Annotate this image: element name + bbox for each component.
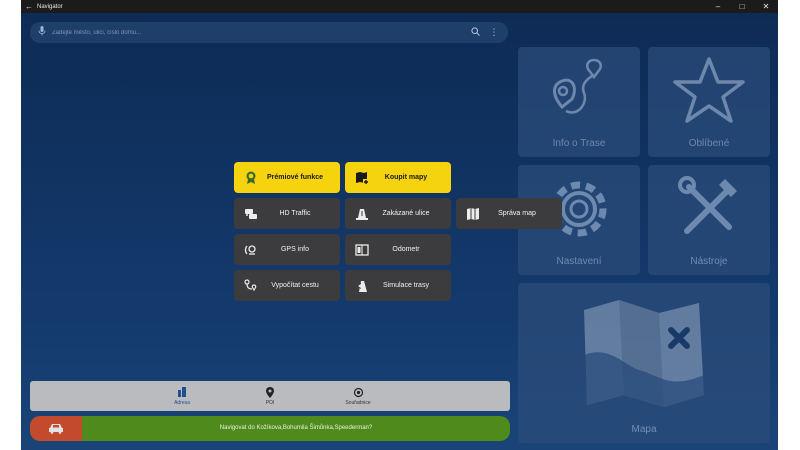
nav-item-label: Souřadnice (345, 400, 371, 406)
forbidden-streets-button[interactable]: Zakázané ulice (345, 198, 451, 229)
nav-item-address[interactable]: Adresa (138, 381, 226, 411)
maximize-button[interactable]: □ (730, 0, 754, 13)
app-content: ⋮ Info o Trase Oblíbené Nastav (21, 13, 778, 450)
route-icon (553, 58, 602, 114)
menu-label: Simulace trasy (383, 282, 429, 289)
menu-label: Vypočítat cestu (271, 282, 319, 289)
close-button[interactable]: ✕ (754, 0, 778, 13)
nav-item-poi[interactable]: POI (226, 381, 314, 411)
road-block-icon (353, 205, 371, 223)
menu-label: GPS info (280, 246, 309, 253)
tile-label: Nastavení (556, 256, 602, 267)
map-icon (584, 300, 704, 407)
tile-route-info[interactable]: Info o Trase (518, 47, 640, 157)
search-input[interactable] (52, 29, 468, 36)
bottom-navigation: Adresa POI Souřadnice (30, 381, 510, 411)
building-icon (177, 386, 187, 398)
search-icon[interactable] (468, 27, 482, 38)
map-management-button[interactable]: Správa map (456, 198, 562, 229)
odometer-button[interactable]: Odometr (345, 234, 451, 265)
menu-label: Zakázané ulice (382, 210, 430, 217)
nav-item-label: Adresa (174, 400, 190, 406)
tools-icon (678, 176, 737, 234)
hd-traffic-button[interactable]: HD Traffic (234, 198, 340, 229)
app-window: ← Navigator – □ ✕ ⋮ Info o Trase (21, 0, 778, 450)
tile-label: Mapa (631, 424, 657, 435)
tile-favorites[interactable]: Oblíbené (648, 47, 770, 157)
satellite-icon (242, 241, 260, 259)
simulate-route-icon (353, 277, 371, 295)
crosshair-icon (353, 386, 364, 398)
compute-route-button[interactable]: Vypočítat cestu (234, 270, 340, 301)
search-bar[interactable]: ⋮ (30, 22, 508, 43)
navigate-destination-text: Navigovat do Kožíkova,Bohumila Šimůnka,S… (219, 425, 373, 431)
gps-info-button[interactable]: GPS info (234, 234, 340, 265)
premium-features-button[interactable]: Prémiové funkce (234, 162, 340, 193)
traffic-icon (242, 205, 260, 223)
more-options-icon[interactable]: ⋮ (488, 27, 500, 38)
tile-label: Info o Trase (552, 138, 606, 149)
menu-label: Koupit mapy (384, 174, 428, 181)
buy-map-icon (353, 169, 371, 187)
tile-tools[interactable]: Nástroje (648, 165, 770, 275)
nav-item-coordinates[interactable]: Souřadnice (314, 381, 402, 411)
menu-label: Prémiové funkce (266, 174, 324, 181)
simulate-route-button[interactable]: Simulace trasy (345, 270, 451, 301)
award-icon (242, 169, 260, 187)
tile-map[interactable]: Mapa (518, 283, 770, 443)
map-manage-icon (464, 205, 482, 223)
menu-label: Odometr (392, 246, 420, 253)
pin-icon (266, 386, 274, 398)
back-arrow-icon[interactable]: ← (21, 2, 37, 11)
star-icon (673, 57, 745, 123)
buy-maps-button[interactable]: Koupit mapy (345, 162, 451, 193)
minimize-button[interactable]: – (706, 0, 730, 13)
navigate-bar[interactable]: Navigovat do Kožíkova,Bohumila Šimůnka,S… (30, 416, 510, 441)
nav-item-label: POI (265, 400, 275, 406)
title-bar: ← Navigator – □ ✕ (21, 0, 778, 13)
menu-label: HD Traffic (279, 210, 311, 217)
window-title: Navigator (37, 3, 63, 10)
menu-label: Správa map (498, 210, 536, 217)
tile-label: Oblíbené (688, 138, 730, 149)
compute-route-icon (242, 277, 260, 295)
tile-label: Nástroje (690, 256, 728, 267)
car-icon[interactable] (30, 416, 82, 441)
microphone-icon[interactable] (38, 26, 52, 39)
odometer-icon (353, 241, 371, 259)
